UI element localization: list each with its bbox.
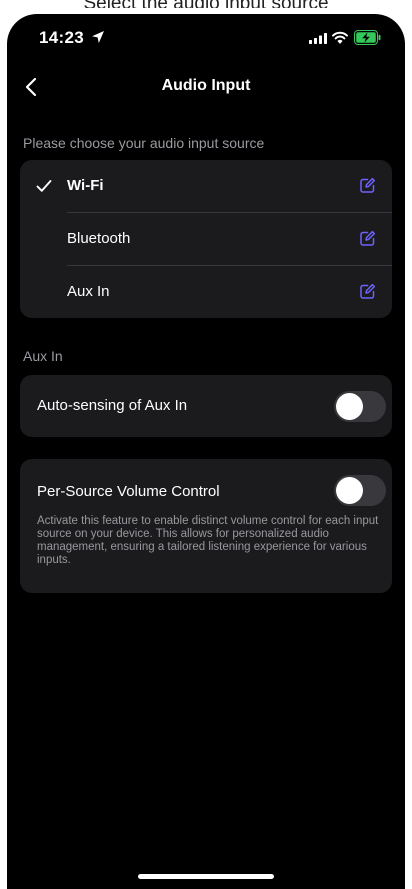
auto-sensing-toggle[interactable]: [334, 391, 386, 422]
home-indicator[interactable]: [138, 874, 274, 879]
source-section-label: Please choose your audio input source: [23, 135, 265, 151]
battery-charging-icon: [354, 30, 381, 45]
status-time: 14:23: [39, 28, 84, 47]
cellular-signal-icon: [309, 33, 327, 44]
phone-screen: 14:23 Audio Input Please choose your aud…: [7, 14, 405, 889]
auto-sensing-label: Auto-sensing of Aux In: [37, 397, 188, 414]
nav-bar: Audio Input: [7, 66, 405, 110]
edit-icon[interactable]: [359, 230, 376, 247]
checkmark-icon: [36, 180, 52, 192]
source-option-label: Bluetooth: [67, 230, 131, 247]
per-source-volume-toggle[interactable]: [334, 475, 386, 506]
aux-section-label: Aux In: [23, 348, 63, 364]
status-bar: 14:23: [7, 14, 405, 64]
source-option-aux-in[interactable]: Aux In: [20, 266, 392, 318]
wifi-icon: [332, 31, 348, 44]
per-source-volume-description: Activate this feature to enable distinct…: [37, 515, 379, 566]
source-options-card: Wi-Fi Bluetooth Aux In: [20, 160, 392, 318]
source-option-label: Wi-Fi: [67, 177, 104, 194]
per-source-volume-label: Per-Source Volume Control: [37, 483, 220, 500]
location-arrow-icon: [92, 31, 104, 43]
toggle-knob: [336, 393, 363, 420]
toggle-knob: [336, 477, 363, 504]
per-source-volume-card: Per-Source Volume Control Activate this …: [20, 459, 392, 593]
source-option-wifi[interactable]: Wi-Fi: [20, 160, 392, 212]
edit-icon[interactable]: [359, 177, 376, 194]
auto-sensing-card: Auto-sensing of Aux In: [20, 375, 392, 437]
page-title: Audio Input: [161, 77, 251, 94]
source-option-bluetooth[interactable]: Bluetooth: [20, 213, 392, 265]
edit-icon[interactable]: [359, 283, 376, 300]
top-caption: Select the audio input source: [0, 0, 412, 8]
source-option-label: Aux In: [67, 283, 110, 300]
